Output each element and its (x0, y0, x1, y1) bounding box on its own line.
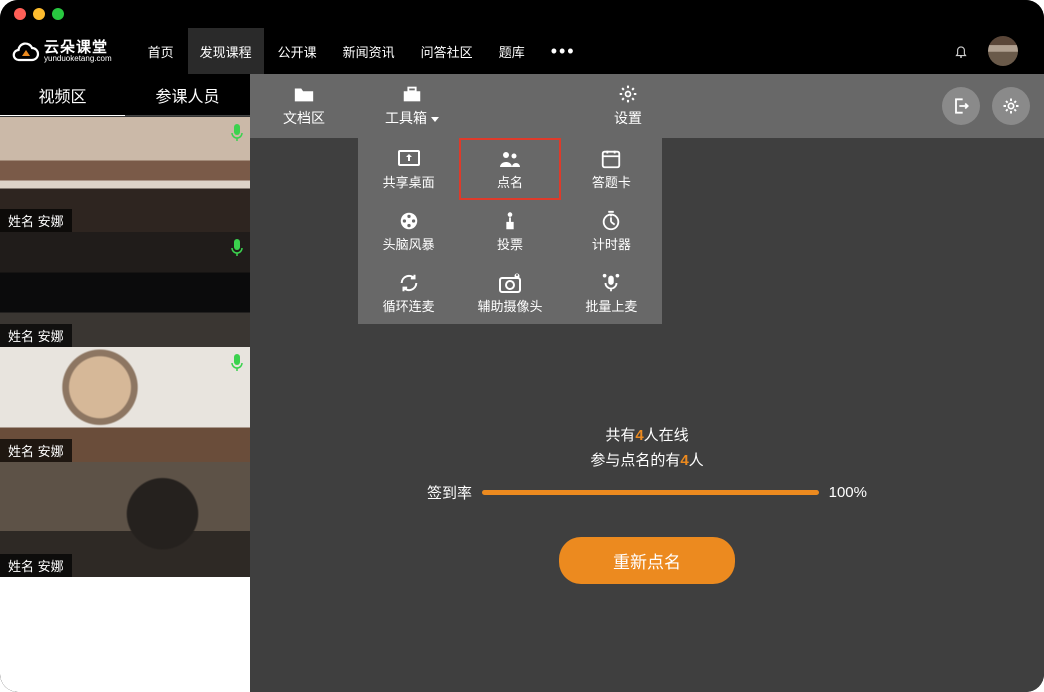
tab-video[interactable]: 视频区 (0, 74, 125, 116)
screen-share-icon (397, 148, 421, 170)
video-list: 姓名 安娜 姓名 安娜 姓名 安娜 姓名 安娜 (0, 116, 250, 692)
people-icon (498, 148, 522, 170)
dd-batch-mic[interactable]: 批量上麦 (561, 262, 662, 324)
film-reel-icon (397, 210, 421, 232)
dd-share-desktop[interactable]: 共享桌面 (358, 138, 459, 200)
mic-cluster-icon (599, 272, 623, 294)
name-label: 姓名 安娜 (0, 554, 72, 577)
dd-rotate-mic[interactable]: 循环连麦 (358, 262, 459, 324)
settings-button[interactable] (992, 87, 1030, 125)
exit-button[interactable] (942, 87, 980, 125)
tab-participants[interactable]: 参课人员 (125, 74, 250, 116)
app-window: 云朵课堂 yunduoketang.com 首页 发现课程 公开课 新闻资讯 问… (0, 0, 1044, 692)
chevron-down-icon (431, 117, 439, 122)
window-maximize-icon[interactable] (52, 8, 64, 20)
dd-brainstorm[interactable]: 头脑风暴 (358, 200, 459, 262)
dd-answer-card[interactable]: 答题卡 (561, 138, 662, 200)
dd-roll-call[interactable]: 点名 (459, 138, 560, 200)
nav-public[interactable]: 公开课 (266, 28, 329, 74)
nav-more[interactable]: ••• (539, 28, 588, 74)
video-tile[interactable]: 姓名 安娜 (0, 462, 250, 577)
rate-label: 签到率 (427, 482, 472, 503)
gear-icon (617, 84, 639, 104)
rollcall-panel: 共有4人在线 参与点名的有4人 签到率 100% 重新点名 (442, 424, 852, 584)
window-minimize-icon[interactable] (33, 8, 45, 20)
nav-bank[interactable]: 题库 (487, 28, 537, 74)
logo-subtitle: yunduoketang.com (44, 55, 112, 63)
cloud-icon (12, 40, 40, 62)
toolbar-docs[interactable]: 文档区 (250, 74, 358, 138)
name-label: 姓名 安娜 (0, 209, 72, 232)
video-thumb (0, 577, 250, 692)
video-tile[interactable]: 姓名 安娜 (0, 232, 250, 347)
toolbar-toolbox[interactable]: 工具箱 (358, 74, 466, 138)
clock-icon (599, 210, 623, 232)
camera-icon (498, 272, 522, 294)
progress-row: 签到率 100% (427, 482, 867, 503)
video-tile[interactable]: 姓名 安娜 (0, 117, 250, 232)
toolbar-settings[interactable]: 设置 (574, 74, 682, 138)
online-count-line: 共有4人在线 (605, 424, 688, 445)
bell-icon[interactable] (952, 41, 970, 61)
mic-icon (230, 353, 244, 371)
toolbox-icon (401, 84, 423, 104)
more-icon: ••• (551, 41, 576, 62)
nav-qa[interactable]: 问答社区 (409, 28, 485, 74)
nav-discover[interactable]: 发现课程 (188, 28, 264, 74)
logo-title: 云朵课堂 (44, 40, 112, 55)
window-close-icon[interactable] (14, 8, 26, 20)
progress-bar (482, 490, 819, 495)
mic-icon (230, 238, 244, 256)
calendar-icon (599, 148, 623, 170)
sidebar-tabs: 视频区 参课人员 (0, 74, 250, 116)
video-tile[interactable]: 姓名 安娜 (0, 347, 250, 462)
nav-home[interactable]: 首页 (136, 28, 186, 74)
sidebar: 视频区 参课人员 姓名 安娜 姓名 安娜 姓名 安娜 (0, 74, 250, 692)
folder-icon (293, 84, 315, 104)
top-nav: 云朵课堂 yunduoketang.com 首页 发现课程 公开课 新闻资讯 问… (0, 28, 1044, 74)
window-titlebar (0, 0, 1044, 28)
attend-count-line: 参与点名的有4人 (590, 449, 703, 470)
nav-news[interactable]: 新闻资讯 (331, 28, 407, 74)
vote-icon (498, 210, 522, 232)
content-area: 文档区 工具箱 设置 (250, 74, 1044, 692)
avatar[interactable] (988, 36, 1018, 66)
rollcall-again-button[interactable]: 重新点名 (559, 537, 735, 584)
refresh-icon (397, 272, 421, 294)
mic-icon (230, 123, 244, 141)
dd-vote[interactable]: 投票 (459, 200, 560, 262)
video-tile[interactable] (0, 577, 250, 692)
logo[interactable]: 云朵课堂 yunduoketang.com (12, 40, 112, 63)
dd-aux-camera[interactable]: 辅助摄像头 (459, 262, 560, 324)
dd-timer[interactable]: 计时器 (561, 200, 662, 262)
gear-icon (1001, 96, 1021, 116)
rate-value: 100% (829, 484, 867, 501)
name-label: 姓名 安娜 (0, 439, 72, 462)
exit-icon (951, 96, 971, 116)
name-label: 姓名 安娜 (0, 324, 72, 347)
toolbar: 文档区 工具箱 设置 (250, 74, 1044, 138)
toolbox-dropdown: 共享桌面 点名 答题卡 头脑风暴 投票 (358, 138, 662, 324)
